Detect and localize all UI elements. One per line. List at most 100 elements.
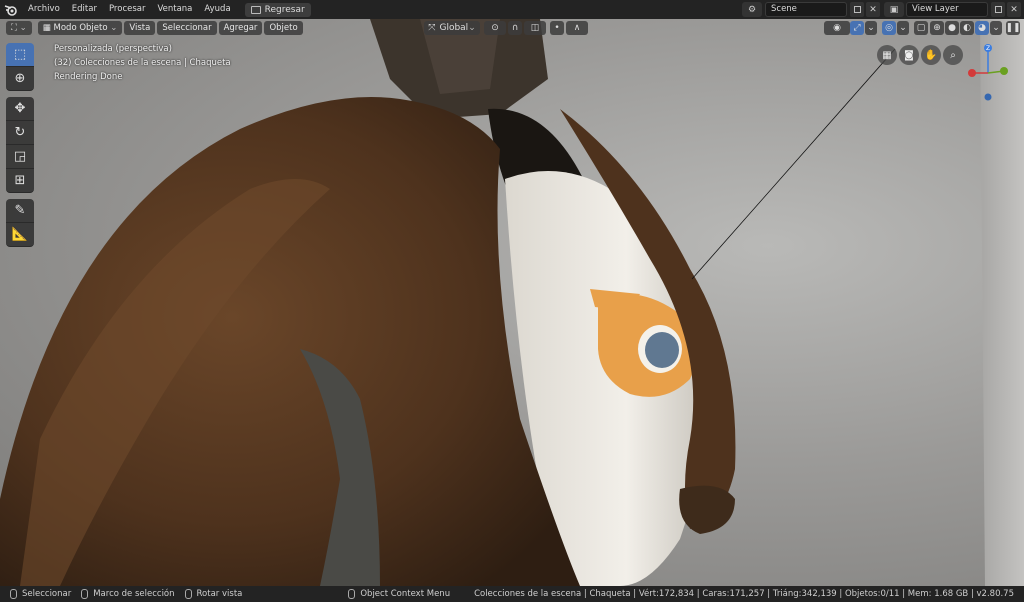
gizmo-icon: ⤢ — [853, 23, 861, 33]
axis-gizmo[interactable]: Z — [966, 41, 1010, 105]
move-tool[interactable]: ✥ — [6, 97, 34, 121]
hand-icon: ✋ — [924, 49, 938, 61]
snap-target-button[interactable]: ◫ — [524, 21, 546, 35]
orientation-label: Global — [439, 23, 469, 33]
svg-text:Z: Z — [986, 45, 990, 52]
proportional-edit-toggle[interactable]: • — [550, 21, 564, 35]
menu-ventana[interactable]: Ventana — [151, 0, 198, 19]
view-layer-name-field[interactable]: View Layer — [906, 2, 988, 17]
xray-icon: ▢ — [916, 23, 926, 33]
scene-icon: ⚙ — [747, 4, 757, 15]
menu-editar[interactable]: Editar — [66, 0, 103, 19]
annotate-pen-icon: ✎ — [14, 203, 26, 218]
mouse-drag-icon — [81, 589, 89, 599]
move-icon: ✥ — [14, 101, 26, 116]
viewport-editor-icon: ⛶ — [11, 23, 17, 33]
overlays-dropdown[interactable]: ⌄ — [897, 21, 909, 35]
select-box-icon: ⬚ — [13, 47, 27, 62]
solid-sphere-icon: ● — [948, 23, 956, 33]
delete-scene-button[interactable]: ✕ — [866, 2, 880, 17]
rotate-icon: ↻ — [14, 125, 26, 140]
snap-toggle[interactable]: ∩ — [508, 21, 522, 35]
transform-icon: ⊞ — [14, 173, 26, 188]
toggle-perspective-button[interactable]: ▦ — [877, 45, 897, 65]
x-axis-handle — [968, 69, 976, 77]
new-scene-button[interactable] — [850, 2, 864, 17]
snap-icon: ◫ — [530, 23, 540, 33]
eye-icon: ◉ — [833, 23, 841, 33]
overlays-toggle[interactable]: ◎ — [882, 21, 896, 35]
annotate-tool[interactable]: ✎ — [6, 199, 34, 223]
pivot-point-button[interactable]: ⊙ — [484, 21, 506, 35]
tool-shelf: ⬚ ⊕ ✥ ↻ ◲ ⊞ ✎ 📐 — [6, 43, 34, 247]
mode-selector[interactable]: ▦ Modo Objeto — [37, 21, 123, 35]
undo-button[interactable]: Regresar — [244, 2, 311, 17]
editor-type-button[interactable]: ⛶ — [6, 21, 32, 35]
layers-icon: ▣ — [889, 4, 899, 15]
pan-view-button[interactable]: ✋ — [921, 45, 941, 65]
chevron-down-icon: ⌄ — [867, 23, 875, 33]
menu-archivo[interactable]: Archivo — [22, 0, 66, 19]
status-drag: Marco de selección — [81, 589, 175, 599]
visibility-button[interactable]: ◉ — [824, 21, 850, 35]
camera-icon: ◙ — [904, 49, 914, 61]
status-middle-click: Rotar vista — [184, 589, 242, 599]
scene-statistics: Colecciones de la escena | Chaqueta | Vé… — [474, 589, 1014, 599]
sidebar-toggle[interactable]: ❚❚ — [1005, 21, 1021, 35]
cursor-icon: ⊕ — [14, 71, 26, 86]
shading-material-button[interactable]: ◐ — [960, 21, 974, 35]
menu-seleccionar[interactable]: Seleccionar — [157, 21, 217, 35]
material-sphere-icon: ◐ — [963, 23, 971, 33]
ruler-icon: 📐 — [11, 227, 29, 242]
scale-tool[interactable]: ◲ — [6, 145, 34, 169]
camera-view-button[interactable]: ◙ — [899, 45, 919, 65]
render-image — [0, 19, 1024, 586]
view-layer-selector-button[interactable]: ▣ — [884, 2, 904, 17]
copy-icon — [853, 6, 861, 13]
measure-tool[interactable]: 📐 — [6, 223, 34, 247]
3d-viewport[interactable]: ⛶ ▦ Modo Objeto Vista Seleccionar Agrega… — [0, 19, 1024, 586]
select-box-tool[interactable]: ⬚ — [6, 43, 34, 67]
shading-solid-button[interactable]: ● — [945, 21, 959, 35]
close-icon: ✕ — [1010, 4, 1018, 15]
chevron-down-icon: ⌄ — [992, 23, 1000, 33]
menu-ayuda[interactable]: Ayuda — [198, 0, 236, 19]
mode-label: Modo Objeto — [53, 23, 108, 33]
menu-vista[interactable]: Vista — [124, 21, 156, 35]
shading-rendered-button[interactable]: ◕ — [975, 21, 989, 35]
mouse-middle-icon — [184, 589, 192, 599]
view-name-text: Personalizada (perspectiva) — [54, 44, 172, 54]
menu-objeto[interactable]: Objeto — [264, 21, 303, 35]
status-left-click: Seleccionar — [10, 589, 71, 599]
neg-z-axis-handle — [984, 93, 992, 101]
zoom-icon: ⌕ — [950, 49, 956, 61]
xray-toggle[interactable]: ▢ — [914, 21, 928, 35]
status-left-click-label: Seleccionar — [22, 589, 72, 599]
menu-procesar[interactable]: Procesar — [103, 0, 152, 19]
top-menubar: Archivo Editar Procesar Ventana Ayuda Re… — [0, 0, 1024, 19]
pause-icon: ❚❚ — [1005, 23, 1021, 33]
falloff-button[interactable]: ∧ — [566, 21, 588, 35]
menu-agregar[interactable]: Agregar — [218, 21, 263, 35]
zoom-view-button[interactable]: ⌕ — [943, 45, 963, 65]
cursor-tool[interactable]: ⊕ — [6, 67, 34, 91]
shading-wireframe-button[interactable]: ⊕ — [930, 21, 944, 35]
rotate-tool[interactable]: ↻ — [6, 121, 34, 145]
gizmo-toggle[interactable]: ⤢ — [850, 21, 864, 35]
blender-logo-icon[interactable] — [0, 0, 22, 19]
status-bar: Seleccionar Marco de selección Rotar vis… — [0, 586, 1024, 602]
render-status-text: Rendering Done — [54, 72, 123, 82]
mouse-right-icon — [348, 589, 356, 599]
scene-selector-button[interactable]: ⚙ — [742, 2, 762, 17]
gizmo-dropdown[interactable]: ⌄ — [865, 21, 877, 35]
transform-tool[interactable]: ⊞ — [6, 169, 34, 193]
grid-icon: ▦ — [882, 49, 892, 61]
transform-orientation-selector[interactable]: ⤧ Global ⌄ — [424, 21, 480, 35]
undo-label: Regresar — [264, 4, 305, 15]
new-view-layer-button[interactable] — [991, 2, 1005, 17]
rendered-sphere-icon: ◕ — [978, 23, 986, 33]
scene-name-field[interactable]: Scene — [765, 2, 847, 17]
delete-view-layer-button[interactable]: ✕ — [1007, 2, 1021, 17]
status-right-label: Object Context Menu — [360, 589, 451, 599]
shading-dropdown[interactable]: ⌄ — [990, 21, 1002, 35]
